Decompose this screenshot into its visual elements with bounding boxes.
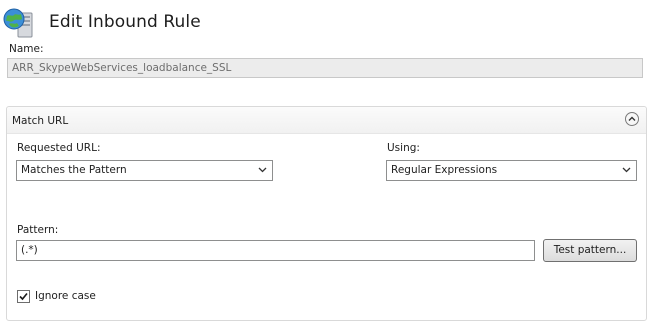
checkmark-icon <box>19 292 28 301</box>
requested-url-value: Matches the Pattern <box>21 164 127 176</box>
ignore-case-checkbox[interactable] <box>17 290 30 303</box>
name-field[interactable]: ARR_SkypeWebServices_loadbalance_SSL <box>7 58 643 78</box>
chevron-up-icon <box>628 116 636 121</box>
pattern-label: Pattern: <box>17 224 59 236</box>
requested-url-label: Requested URL: <box>17 142 101 154</box>
globe-server-icon <box>3 7 35 39</box>
chevron-down-icon <box>258 167 267 173</box>
collapse-button[interactable] <box>625 112 639 126</box>
using-value: Regular Expressions <box>391 164 498 176</box>
name-label: Name: <box>9 43 44 55</box>
test-pattern-button[interactable]: Test pattern... <box>543 239 637 262</box>
requested-url-select[interactable]: Matches the Pattern <box>16 160 273 181</box>
match-url-panel: Match URL Requested URL: Matches the Pat… <box>6 106 647 321</box>
page-title: Edit Inbound Rule <box>49 12 201 32</box>
match-url-title: Match URL <box>12 115 69 127</box>
ignore-case-label[interactable]: Ignore case <box>35 290 96 302</box>
using-label: Using: <box>387 142 420 154</box>
match-url-panel-header[interactable]: Match URL <box>7 107 646 134</box>
chevron-down-icon <box>622 167 631 173</box>
pattern-input[interactable]: (.*) <box>16 240 535 261</box>
using-select[interactable]: Regular Expressions <box>386 160 637 181</box>
